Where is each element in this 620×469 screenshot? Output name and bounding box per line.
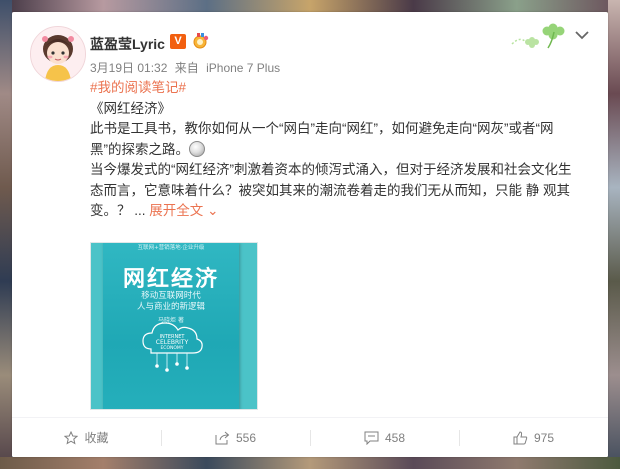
username[interactable]: 蓝盈莹Lyric [90,34,165,54]
ellipsis: ... [134,203,146,218]
star-outline-icon [64,430,79,445]
comment-button[interactable]: 458 [310,418,459,457]
background-photo-bottom [0,457,620,469]
clover-decoration-icon [511,23,565,49]
book-cover: 互联网+营销落地·企业升级 网红经济 移动互联网时代 人与商业的新逻辑 马晓炬 … [103,243,239,409]
post-text-line-4: 当今爆发式的“网红经济”刺激着资本的倾泻式涌入，但对于经济发展和社会文化生 [90,162,572,177]
expand-chevron-icon[interactable]: ⌄ [207,203,218,218]
book-subtitle-line-2: 人与商业的新逻辑 [136,302,205,312]
favorite-button[interactable]: 收藏 [12,418,161,457]
vip-badge[interactable]: V [170,34,186,49]
post-source-prefix: 来自 [174,61,199,75]
post-image-thumbnail[interactable]: 互联网+营销落地·企业升级 网红经济 移动互联网时代 人与商业的新逻辑 马晓炬 … [90,242,258,410]
repost-count[interactable]: 556 [236,431,256,445]
favorite-label[interactable]: 收藏 [84,429,108,446]
avatar-illustration-icon [31,27,85,81]
book-center-line-2: CELEBRITY [156,339,189,346]
post-text-line-1: 《网红经济》 [90,100,171,116]
cloud-network-icon: INTERNET CELEBRITY ECONOMY [142,322,203,372]
expand-full-text-link[interactable]: 展开全文 ⌄ [149,203,218,218]
action-bar: 收藏 556 458 975 [12,418,608,457]
post-text-line-2: 此书是工具书，教你如何从一个“网白”走向“网红”，如何避免走向“网灰”或者“网 [90,121,554,136]
thumbs-up-icon [513,430,528,444]
avatar[interactable] [30,26,86,82]
expand-label[interactable]: 展开全文 [149,203,203,218]
book-subtitle-line-1: 移动互联网时代 [141,291,201,301]
like-button[interactable]: 975 [459,418,608,457]
topic-link[interactable]: #我的阅读笔记# [90,78,596,99]
book-title: 网红经济 [122,267,219,292]
weibo-post-card: 蓝盈莹Lyric V 3月19日 01:32 来自 iPhone 7 Plus … [12,12,608,457]
post-date[interactable]: 3月19日 01:32 [90,61,167,75]
like-count[interactable]: 975 [534,431,554,445]
book-center-line-3: ECONOMY [160,345,183,351]
post-body: #我的阅读笔记# 《网红经济》 此书是工具书，教你如何从一个“网白”走向“网红”… [90,78,596,222]
baseball-emoji-icon [189,140,205,157]
post-meta: 3月19日 01:32 来自 iPhone 7 Plus [90,59,284,76]
background-photo-left [0,0,12,469]
share-arrow-icon [215,431,230,444]
comment-count[interactable]: 458 [385,431,405,445]
chevron-down-icon[interactable] [572,26,592,44]
post-source[interactable]: iPhone 7 Plus [206,61,280,75]
post-text-line-5: 态而言，它意味着什么？被突如其来的潮流卷着走的我们无从而知，只能 静 观其 [90,182,571,198]
post-text-line-6: 变。？ ... 展开全文 ⌄ [90,201,596,222]
background-photo-right [608,0,620,469]
post-text-line-6-text: 变。？ [90,203,131,218]
book-publisher-note: 互联网+营销落地·企业升级 [137,245,205,251]
medal-icon[interactable] [191,32,211,50]
repost-button[interactable]: 556 [161,418,310,457]
post-text-line-3: 黑”的探索之路。 [90,140,596,161]
comment-bubble-icon [364,431,379,445]
post-text-line-3-text: 黑”的探索之路。 [90,141,189,157]
background-photo-top [0,0,620,12]
